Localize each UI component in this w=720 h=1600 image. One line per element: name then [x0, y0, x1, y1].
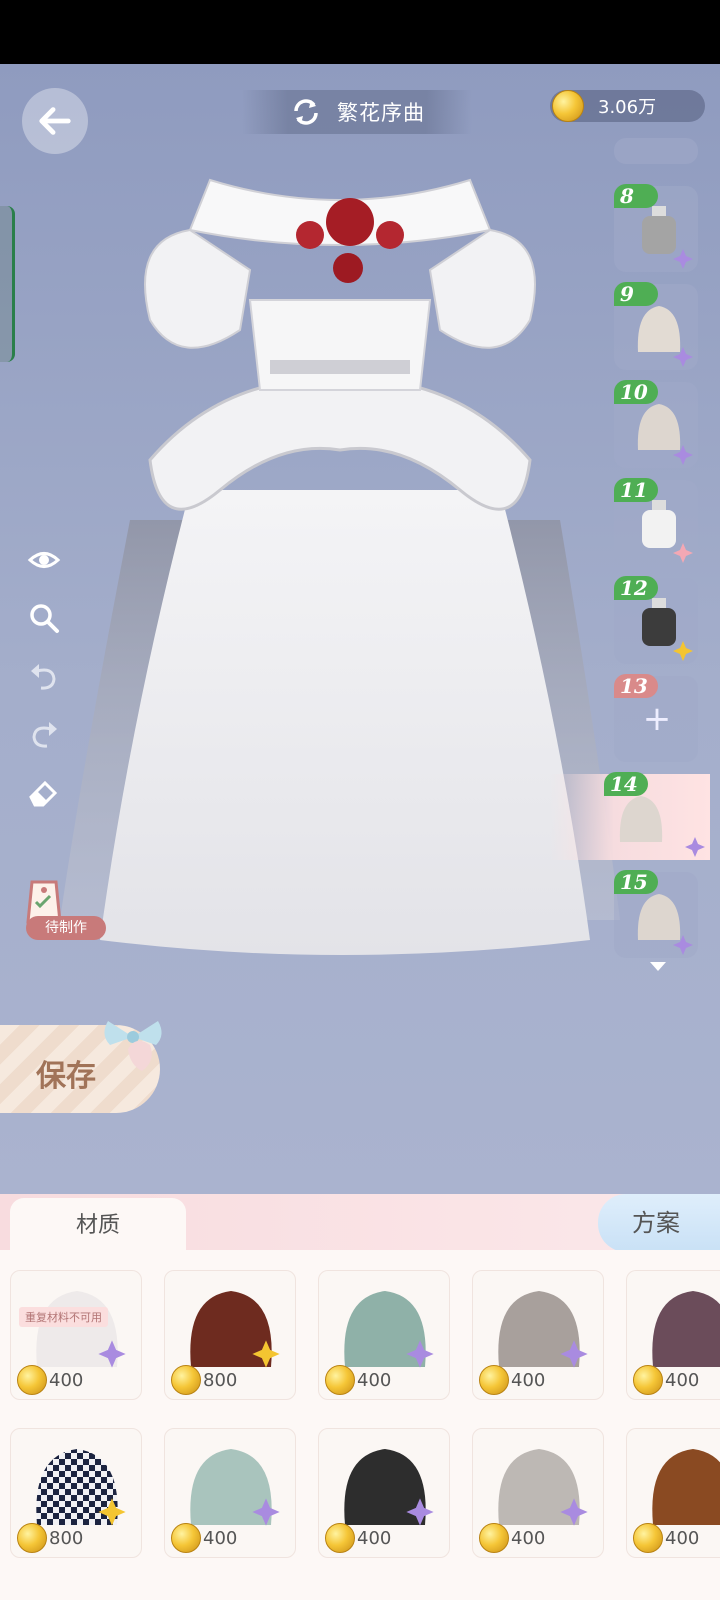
coin-icon: [171, 1523, 201, 1553]
material-grid: 重复材料不可用 400 800 400 400 400 800 400 400 …: [0, 1250, 720, 1600]
layer-number: 15: [614, 870, 658, 894]
layer-card-partial[interactable]: [614, 138, 698, 164]
gold-gem-icon: [673, 641, 693, 661]
layer-number: 11: [614, 478, 658, 502]
coin-icon: [325, 1523, 355, 1553]
zoom-icon: [30, 604, 59, 633]
material-price: 400: [477, 1523, 545, 1553]
layer-card-9[interactable]: 9: [614, 282, 698, 370]
material-card[interactable]: 重复材料不可用 400: [10, 1270, 142, 1400]
layer-number: 14: [604, 772, 648, 796]
layer-card-11[interactable]: 11: [614, 478, 698, 566]
gold-gem-icon: [252, 1340, 280, 1368]
material-card[interactable]: 800: [164, 1270, 296, 1400]
material-price: 400: [323, 1523, 391, 1553]
eraser-icon: [29, 780, 58, 807]
material-price: 400: [631, 1523, 699, 1553]
material-card[interactable]: 400: [626, 1270, 720, 1400]
material-card[interactable]: 400: [626, 1428, 720, 1558]
layer-card-13-empty[interactable]: 13 +: [614, 674, 698, 762]
coin-icon: [17, 1523, 47, 1553]
material-card[interactable]: 400: [318, 1270, 450, 1400]
save-button[interactable]: 保存: [0, 1021, 162, 1113]
pending-tag-label: 待制作: [26, 916, 106, 940]
material-card[interactable]: 400: [472, 1428, 604, 1558]
material-card[interactable]: 400: [318, 1428, 450, 1558]
layer-number: 9: [614, 282, 658, 306]
purple-gem-icon: [98, 1340, 126, 1368]
undo-icon: [31, 664, 56, 690]
coin-icon: [325, 1365, 355, 1395]
save-button-label: 保存: [36, 1059, 96, 1094]
layer-card-15[interactable]: 15: [614, 870, 698, 958]
material-card[interactable]: 800: [10, 1428, 142, 1558]
coin-icon: [17, 1365, 47, 1395]
currency-value: 3.06万: [598, 97, 657, 118]
material-price: 400: [631, 1365, 699, 1395]
eraser-button[interactable]: [24, 772, 64, 812]
left-edge-handle[interactable]: [0, 206, 15, 362]
cloth-swatch-icon: [652, 1449, 720, 1525]
coin-icon: [552, 90, 584, 122]
layer-number: 8: [614, 184, 658, 208]
material-panel: 材质 方案 重复材料不可用 400 800 400 400 400 800 40…: [0, 1194, 720, 1600]
layer-list: 8 9 10 11 12 13 + 14 15: [550, 138, 710, 980]
currency-counter[interactable]: 3.06万: [550, 90, 705, 122]
material-price: 400: [15, 1365, 83, 1395]
undo-button[interactable]: [24, 656, 64, 696]
outfit-title: 繁花序曲: [337, 101, 425, 125]
purple-gem-icon: [673, 935, 693, 955]
purple-gem-icon: [406, 1340, 434, 1368]
plus-icon: +: [642, 699, 672, 739]
material-price: 800: [15, 1523, 83, 1553]
bow-decoration-icon: [104, 1021, 162, 1071]
cloth-swatch-icon: [652, 1291, 720, 1367]
cloth-swatch-icon: [619, 796, 663, 842]
layer-number: 10: [614, 380, 658, 404]
swap-icon: [294, 99, 318, 125]
layer-card-12[interactable]: 12: [614, 576, 698, 664]
material-price: 400: [477, 1365, 545, 1395]
arrow-left-icon: [39, 107, 71, 135]
side-toolbar: [24, 540, 68, 830]
purple-gem-icon: [560, 1340, 588, 1368]
duplicate-material-note: 重复材料不可用: [19, 1307, 108, 1327]
purple-gem-icon: [673, 347, 693, 367]
pink-gem-icon: [673, 543, 693, 563]
purple-gem-icon: [252, 1498, 280, 1526]
coin-icon: [479, 1365, 509, 1395]
tab-scheme[interactable]: 方案: [598, 1194, 720, 1252]
material-card[interactable]: 400: [472, 1270, 604, 1400]
toggle-visibility-button[interactable]: [24, 540, 64, 580]
purple-gem-icon: [673, 249, 693, 269]
layer-number: 12: [614, 576, 658, 600]
layer-number: 13: [614, 674, 658, 698]
gold-gem-icon: [98, 1498, 126, 1526]
material-price: 800: [169, 1365, 237, 1395]
purple-gem-icon: [406, 1498, 434, 1526]
layer-card-10[interactable]: 10: [614, 380, 698, 468]
purple-gem-icon: [560, 1498, 588, 1526]
purple-gem-icon: [685, 837, 705, 857]
redo-icon: [32, 722, 57, 748]
coin-icon: [633, 1523, 663, 1553]
redo-button[interactable]: [24, 714, 64, 754]
outfit-title-bar[interactable]: 繁花序曲: [242, 90, 472, 134]
material-price: 400: [169, 1523, 237, 1553]
scroll-down-icon[interactable]: [650, 962, 666, 971]
pending-craft-tag[interactable]: 待制作: [18, 878, 106, 942]
layer-card-8[interactable]: 8: [614, 184, 698, 272]
tab-material[interactable]: 材质: [10, 1198, 186, 1254]
eye-icon: [27, 552, 61, 568]
coin-icon: [171, 1365, 201, 1395]
zoom-button[interactable]: [24, 598, 64, 638]
coin-icon: [479, 1523, 509, 1553]
layer-card-14-selected[interactable]: 14: [550, 772, 710, 860]
purple-gem-icon: [673, 445, 693, 465]
status-bar: [0, 0, 720, 64]
coin-icon: [633, 1365, 663, 1395]
material-price: 400: [323, 1365, 391, 1395]
material-card[interactable]: 400: [164, 1428, 296, 1558]
back-button[interactable]: [22, 88, 88, 154]
